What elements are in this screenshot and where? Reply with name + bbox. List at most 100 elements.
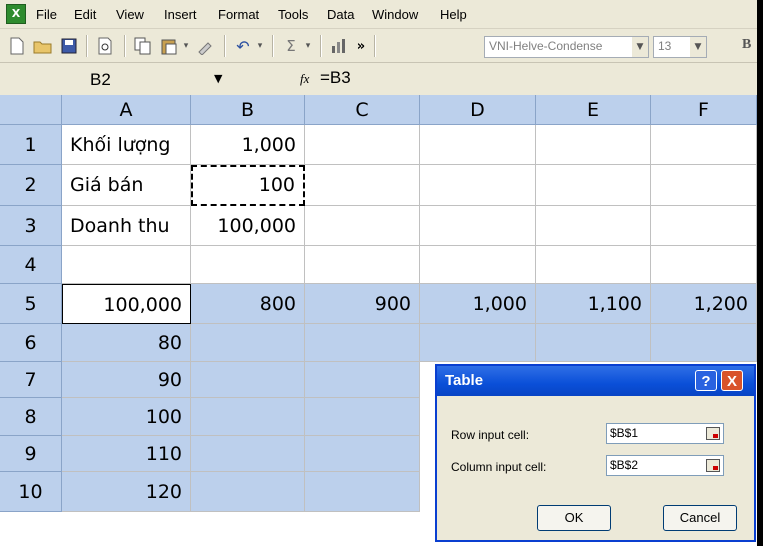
cell-a1[interactable]: Khối lượng (62, 125, 191, 165)
close-button[interactable]: X (721, 370, 743, 391)
autosum-icon[interactable]: Σ (280, 35, 302, 57)
function-icon[interactable]: fx (300, 71, 309, 87)
cell-a7[interactable]: 90 (62, 362, 191, 398)
cell-b5[interactable]: 800 (191, 284, 305, 324)
cell-c10[interactable] (305, 472, 420, 512)
cell-d6[interactable] (420, 324, 536, 362)
font-name-select[interactable]: VNI-Helve-Condense ▼ (484, 36, 649, 58)
menu-edit[interactable]: Edit (74, 7, 96, 22)
format-painter-icon[interactable] (194, 35, 216, 57)
cell-c7[interactable] (305, 362, 420, 398)
cell-c5[interactable]: 900 (305, 284, 420, 324)
cell-f5[interactable]: 1,200 (651, 284, 757, 324)
column-header-c[interactable]: C (305, 95, 420, 125)
row-header-9[interactable]: 9 (0, 436, 62, 472)
cell-a8[interactable]: 100 (62, 398, 191, 436)
menu-format[interactable]: Format (218, 7, 259, 22)
cell-c4[interactable] (305, 246, 420, 284)
cell-a10[interactable]: 120 (62, 472, 191, 512)
new-file-icon[interactable] (6, 35, 28, 57)
chevron-down-icon[interactable]: ▼ (690, 37, 706, 57)
cell-c6[interactable] (305, 324, 420, 362)
column-input-field[interactable]: $B$2 (606, 455, 724, 476)
cell-c8[interactable] (305, 398, 420, 436)
menu-window[interactable]: Window (372, 7, 418, 22)
cell-d3[interactable] (420, 206, 536, 246)
column-header-e[interactable]: E (536, 95, 651, 125)
name-box[interactable]: B2 ▼ (62, 66, 257, 91)
paste-dropdown-icon[interactable]: ▾ (180, 35, 192, 57)
row-header-6[interactable]: 6 (0, 324, 62, 362)
cell-b3[interactable]: 100,000 (191, 206, 305, 246)
cell-e3[interactable] (536, 206, 651, 246)
cell-c2[interactable] (305, 165, 420, 206)
column-header-f[interactable]: F (651, 95, 757, 125)
collapse-dialog-icon[interactable] (706, 459, 720, 472)
cell-a3[interactable]: Doanh thu (62, 206, 191, 246)
menu-insert[interactable]: Insert (164, 7, 197, 22)
cell-d4[interactable] (420, 246, 536, 284)
cell-e5[interactable]: 1,100 (536, 284, 651, 324)
undo-dropdown-icon[interactable]: ▾ (254, 35, 266, 57)
collapse-dialog-icon[interactable] (706, 427, 720, 440)
cell-b10[interactable] (191, 472, 305, 512)
menu-file[interactable]: File (36, 7, 57, 22)
cell-a4[interactable] (62, 246, 191, 284)
cell-f4[interactable] (651, 246, 757, 284)
cell-e6[interactable] (536, 324, 651, 362)
cell-f2[interactable] (651, 165, 757, 206)
row-header-8[interactable]: 8 (0, 398, 62, 436)
toolbar-overflow-icon[interactable]: » (354, 35, 368, 57)
cell-f6[interactable] (651, 324, 757, 362)
cell-b8[interactable] (191, 398, 305, 436)
bold-button[interactable]: B (742, 37, 751, 53)
font-size-select[interactable]: 13 ▼ (653, 36, 707, 58)
help-button[interactable]: ? (695, 370, 717, 391)
paste-icon[interactable] (158, 35, 180, 57)
chart-wizard-icon[interactable] (328, 35, 350, 57)
open-folder-icon[interactable] (32, 35, 54, 57)
row-header-7[interactable]: 7 (0, 362, 62, 398)
cell-b9[interactable] (191, 436, 305, 472)
row-header-1[interactable]: 1 (0, 125, 62, 165)
select-all-corner[interactable] (0, 95, 62, 125)
cell-d5[interactable]: 1,000 (420, 284, 536, 324)
formula-input[interactable]: =B3 (320, 68, 351, 88)
menu-data[interactable]: Data (327, 7, 354, 22)
chevron-down-icon[interactable]: ▼ (214, 72, 222, 85)
cell-e1[interactable] (536, 125, 651, 165)
cell-b7[interactable] (191, 362, 305, 398)
cancel-button[interactable]: Cancel (663, 505, 737, 531)
excel-app-icon[interactable]: X (6, 4, 26, 24)
row-header-4[interactable]: 4 (0, 246, 62, 284)
menu-view[interactable]: View (116, 7, 144, 22)
cell-e4[interactable] (536, 246, 651, 284)
cell-b6[interactable] (191, 324, 305, 362)
cell-b2[interactable]: 100 (191, 165, 305, 206)
dialog-title-bar[interactable]: Table ? X (437, 366, 754, 396)
menu-help[interactable]: Help (440, 7, 467, 22)
row-header-2[interactable]: 2 (0, 165, 62, 206)
cell-b4[interactable] (191, 246, 305, 284)
cell-a9[interactable]: 110 (62, 436, 191, 472)
cell-d2[interactable] (420, 165, 536, 206)
cell-c3[interactable] (305, 206, 420, 246)
cell-f1[interactable] (651, 125, 757, 165)
undo-icon[interactable]: ↶ (232, 35, 254, 57)
row-header-10[interactable]: 10 (0, 472, 62, 512)
save-icon[interactable] (58, 35, 80, 57)
cell-d1[interactable] (420, 125, 536, 165)
column-header-b[interactable]: B (191, 95, 305, 125)
cell-a5[interactable]: 100,000 (62, 284, 191, 324)
cell-e2[interactable] (536, 165, 651, 206)
cell-c9[interactable] (305, 436, 420, 472)
ok-button[interactable]: OK (537, 505, 611, 531)
column-header-a[interactable]: A (62, 95, 191, 125)
print-preview-icon[interactable] (94, 35, 116, 57)
cell-c1[interactable] (305, 125, 420, 165)
cell-a6[interactable]: 80 (62, 324, 191, 362)
row-header-5[interactable]: 5 (0, 284, 62, 324)
cell-a2[interactable]: Giá bán (62, 165, 191, 206)
column-header-d[interactable]: D (420, 95, 536, 125)
menu-tools[interactable]: Tools (278, 7, 308, 22)
